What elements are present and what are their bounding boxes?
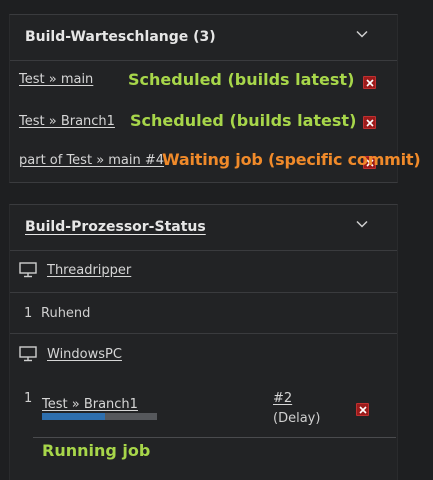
- executor-status: Ruhend: [41, 306, 91, 321]
- build-queue-title: Build-Warteschlange (3): [25, 29, 216, 45]
- executor-row: 1 Test » Branch1 #2 (Delay): [10, 375, 397, 439]
- build-progress-fill: [42, 413, 106, 420]
- executor-number: 1: [24, 391, 33, 406]
- computer-icon: [19, 262, 37, 278]
- queue-item: Test » main Scheduled (builds latest): [10, 61, 397, 101]
- build-note: (Delay): [273, 411, 321, 426]
- page: { "queue": { "title": "Build-Warteschlan…: [0, 0, 433, 480]
- queue-item-annotation: Waiting job (specific commit): [162, 150, 421, 169]
- node-row: WindowsPC: [10, 334, 397, 374]
- queue-item-annotation: Scheduled (builds latest): [130, 111, 357, 130]
- queue-item-link[interactable]: part of Test » main #4: [19, 153, 164, 168]
- chevron-down-icon[interactable]: [355, 217, 369, 231]
- node-row: Threadripper: [10, 251, 397, 291]
- queue-item: part of Test » main #4 Waiting job (spec…: [10, 141, 421, 181]
- cancel-icon[interactable]: [363, 76, 376, 89]
- queue-item-link[interactable]: Test » Branch1: [19, 114, 115, 129]
- computer-icon: [19, 346, 37, 362]
- running-job-link[interactable]: Test » Branch1: [42, 397, 138, 412]
- queue-item-annotation: Scheduled (builds latest): [128, 70, 355, 89]
- executor-row: 1 Ruhend: [10, 293, 397, 333]
- executor-status-header[interactable]: Build-Prozessor-Status: [10, 205, 397, 251]
- executor-number: 1: [24, 306, 33, 321]
- queue-item-link[interactable]: Test » main: [19, 72, 93, 87]
- node-link[interactable]: Threadripper: [47, 263, 131, 278]
- build-queue-header[interactable]: Build-Warteschlange (3): [10, 15, 397, 61]
- build-number-link[interactable]: #2: [273, 391, 292, 406]
- build-progress-bar[interactable]: [42, 413, 157, 420]
- executor-status-title[interactable]: Build-Prozessor-Status: [25, 219, 206, 235]
- divider: [33, 437, 396, 438]
- cancel-icon[interactable]: [363, 116, 376, 129]
- stop-build-icon[interactable]: [356, 403, 369, 416]
- chevron-down-icon[interactable]: [355, 27, 369, 41]
- queue-item: Test » Branch1 Scheduled (builds latest): [10, 101, 397, 141]
- node-link[interactable]: WindowsPC: [47, 347, 122, 362]
- running-job-annotation: Running job: [42, 441, 151, 460]
- build-queue-panel: Build-Warteschlange (3) Test » main Sche…: [9, 14, 421, 183]
- executor-status-panel: Build-Prozessor-Status Threadripper 1 Ru…: [9, 204, 398, 480]
